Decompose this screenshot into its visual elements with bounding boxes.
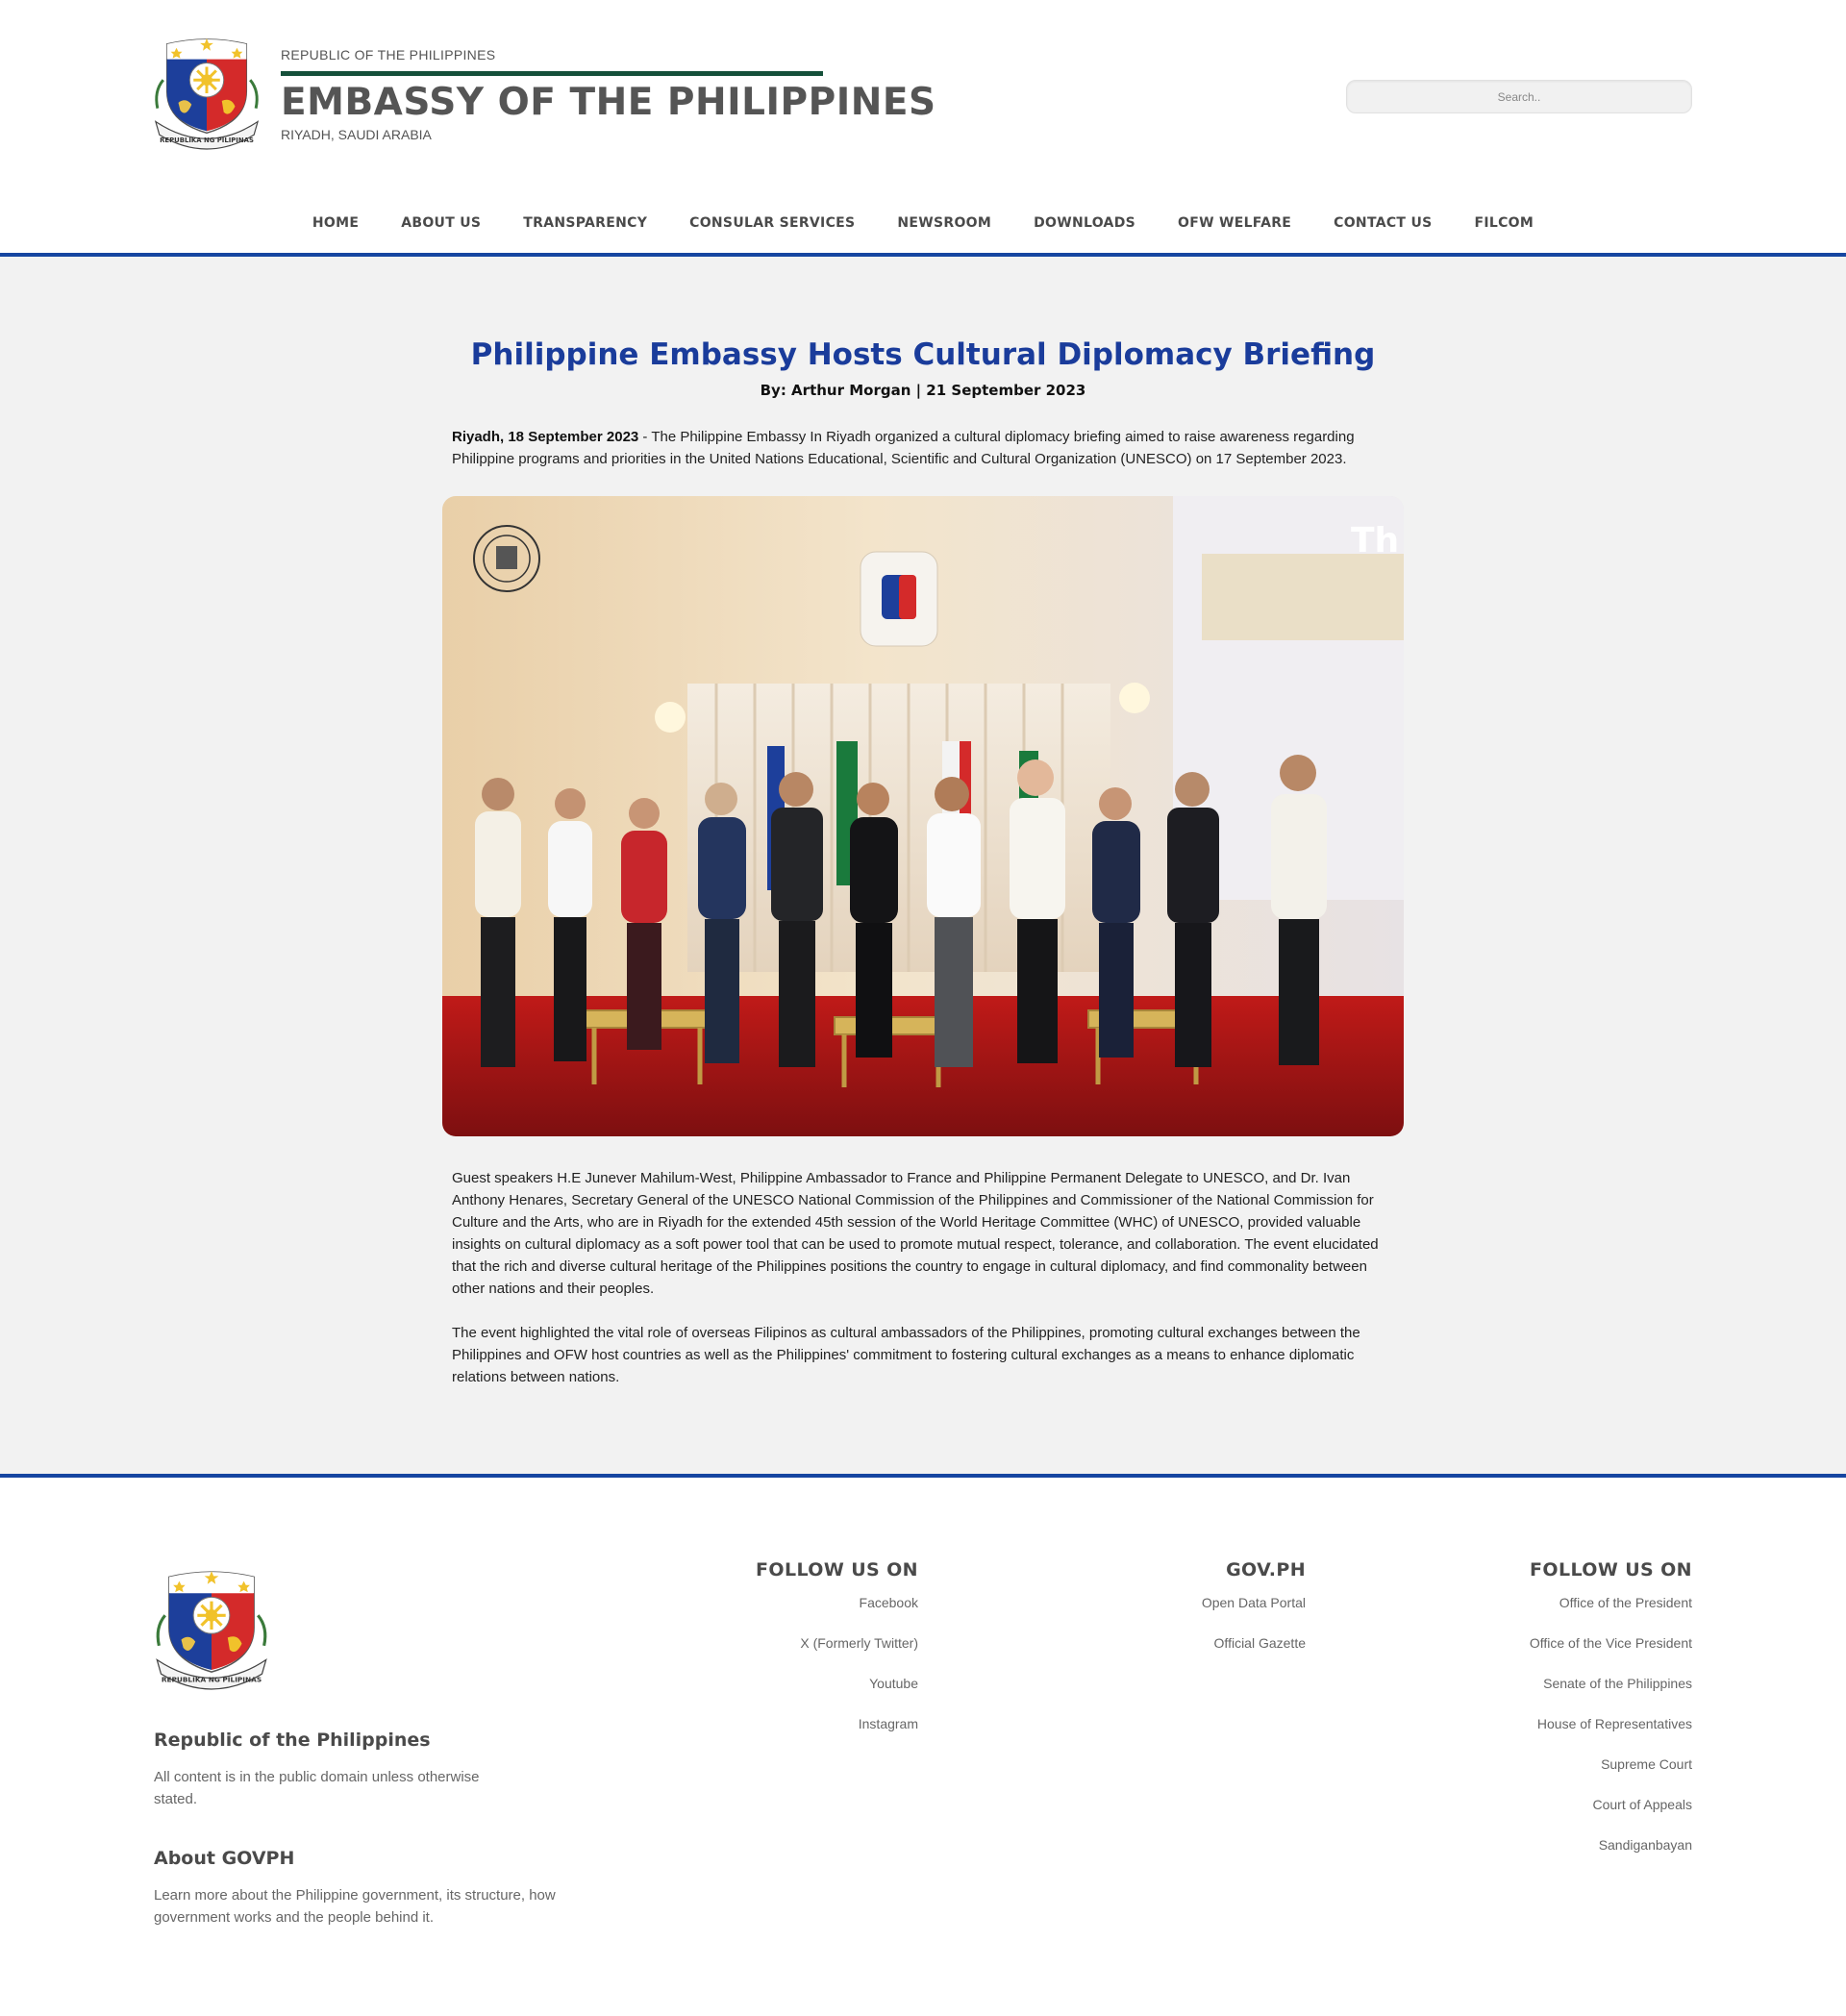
nav-newsroom[interactable]: NEWSROOM [897, 215, 991, 231]
site-subtitle: RIYADH, SAUDI ARABIA [281, 127, 432, 142]
footer-link-open-data-portal[interactable]: Open Data Portal [1017, 1592, 1306, 1613]
footer-link-youtube[interactable]: Youtube [630, 1673, 918, 1694]
article-byline: By: Arthur Morgan | 21 September 2023 [760, 382, 1086, 399]
footer-link-official-gazette[interactable]: Official Gazette [1017, 1632, 1306, 1654]
nav-consular-services[interactable]: CONSULAR SERVICES [689, 215, 855, 231]
footer-link-court-of-appeals[interactable]: Court of Appeals [1384, 1794, 1692, 1815]
footer-social-heading: FOLLOW US ON [756, 1559, 918, 1580]
footer-republic-text: All content is in the public domain unle… [154, 1769, 480, 1807]
footer-seal-logo [151, 1562, 272, 1697]
footer-link-sandiganbayan[interactable]: Sandiganbayan [1384, 1834, 1692, 1855]
article-section: Philippine Embassy Hosts Cultural Diplom… [0, 257, 1846, 1474]
main-nav: HOME ABOUT US TRANSPARENCY CONSULAR SERV… [0, 206, 1846, 240]
footer-link-office-of-the-vice-president[interactable]: Office of the Vice President [1384, 1632, 1692, 1654]
footer-govph-heading: GOV.PH [1226, 1559, 1306, 1580]
footer-link-x-twitter[interactable]: X (Formerly Twitter) [630, 1632, 918, 1654]
article-lead-paragraph: Riyadh, 18 September 2023 - The Philippi… [452, 426, 1394, 470]
site-footer: Republic of the Philippines All content … [0, 1478, 1846, 2016]
footer-link-office-of-the-president[interactable]: Office of the President [1384, 1592, 1692, 1613]
site-header: REPUBLIC OF THE PHILIPPINES EMBASSY OF T… [0, 0, 1846, 257]
footer-government-column: FOLLOW US ON Office of the President Off… [1384, 1557, 1692, 1875]
footer-republic-heading: Republic of the Philippines [154, 1730, 431, 1751]
footer-link-senate[interactable]: Senate of the Philippines [1384, 1673, 1692, 1694]
footer-social-column: FOLLOW US ON Facebook X (Formerly Twitte… [630, 1557, 918, 1754]
event-group-photo: Th [442, 496, 1404, 1136]
article-paragraph-3: The event highlighted the vital role of … [452, 1325, 1360, 1385]
nav-transparency[interactable]: TRANSPARENCY [523, 215, 647, 231]
brand-top-label: REPUBLIC OF THE PHILIPPINES [281, 47, 496, 62]
brand-block: REPUBLIC OF THE PHILIPPINES EMBASSY OF T… [281, 46, 935, 143]
nav-downloads[interactable]: DOWNLOADS [1034, 215, 1135, 231]
article-title: Philippine Embassy Hosts Cultural Diplom… [470, 337, 1376, 372]
footer-link-house-of-representatives[interactable]: House of Representatives [1384, 1713, 1692, 1734]
philippine-seal-logo[interactable] [150, 31, 263, 156]
nav-filcom[interactable]: FILCOM [1475, 215, 1534, 231]
footer-government-heading: FOLLOW US ON [1530, 1559, 1692, 1580]
nav-about-us[interactable]: ABOUT US [401, 215, 481, 231]
footer-about-heading: About GOVPH [154, 1848, 295, 1869]
nav-ofw-welfare[interactable]: OFW WELFARE [1178, 215, 1291, 231]
search-input[interactable] [1346, 80, 1692, 113]
footer-link-instagram[interactable]: Instagram [630, 1713, 918, 1734]
brand-divider [281, 71, 823, 76]
footer-govph-column: GOV.PH Open Data Portal Official Gazette [1017, 1557, 1306, 1673]
photo-screen-text: Th [1351, 521, 1399, 560]
site-title[interactable]: EMBASSY OF THE PHILIPPINES [281, 78, 935, 128]
nav-contact-us[interactable]: CONTACT US [1334, 215, 1432, 231]
nav-home[interactable]: HOME [312, 215, 359, 231]
article-dateline: Riyadh, 18 September 2023 [452, 429, 639, 445]
footer-link-facebook[interactable]: Facebook [630, 1592, 918, 1613]
footer-link-supreme-court[interactable]: Supreme Court [1384, 1754, 1692, 1775]
article-paragraph-2: Guest speakers H.E Junever Mahilum-West,… [452, 1170, 1379, 1297]
footer-about-text: Learn more about the Philippine governme… [154, 1887, 556, 1926]
